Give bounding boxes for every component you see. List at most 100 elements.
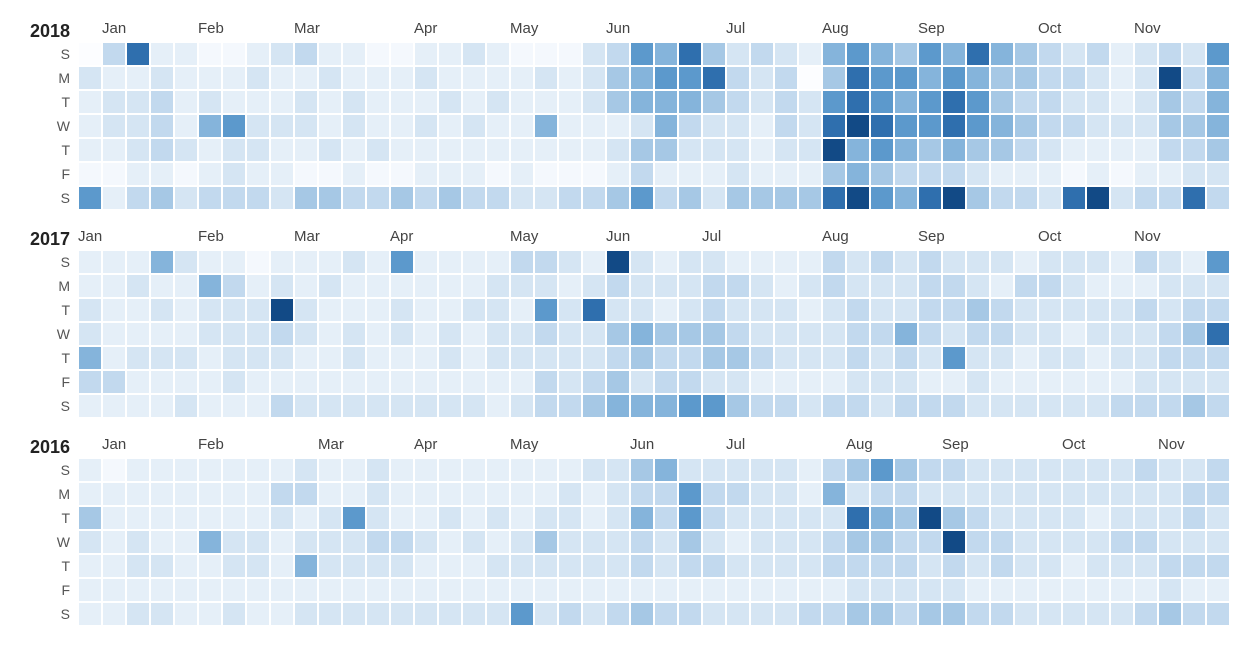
day-cell: [751, 323, 773, 345]
day-cell: [919, 459, 941, 481]
day-cell: [775, 579, 797, 601]
month-label: Feb: [198, 20, 224, 37]
day-cell: [1015, 395, 1037, 417]
day-cell: [655, 275, 677, 297]
day-cell: [1063, 371, 1085, 393]
day-cell: [367, 67, 389, 89]
day-cell: [799, 187, 821, 209]
dow-label: S: [8, 42, 78, 66]
day-cell: [1015, 507, 1037, 529]
month-label: Oct: [1038, 20, 1061, 37]
day-cell: [799, 67, 821, 89]
day-cell: [1207, 579, 1229, 601]
day-cell: [175, 91, 197, 113]
day-cell: [199, 395, 221, 417]
day-cell: [463, 251, 485, 273]
day-cell: [151, 299, 173, 321]
dow-row: M: [8, 482, 1234, 506]
day-cell: [1183, 323, 1205, 345]
day-cell: [1207, 275, 1229, 297]
day-cell: [151, 115, 173, 137]
day-cell: [1111, 579, 1133, 601]
day-cell: [103, 187, 125, 209]
day-cell: [127, 531, 149, 553]
day-cell: [1111, 459, 1133, 481]
day-cell: [583, 371, 605, 393]
day-cell: [655, 347, 677, 369]
day-cell: [223, 187, 245, 209]
dow-row: S: [8, 602, 1234, 626]
day-cell: [991, 323, 1013, 345]
day-cell: [1135, 371, 1157, 393]
day-cell: [295, 507, 317, 529]
day-cell: [823, 187, 845, 209]
day-cell: [727, 603, 749, 625]
day-cell: [367, 507, 389, 529]
dow-row: F: [8, 370, 1234, 394]
day-cell: [967, 275, 989, 297]
day-cell: [439, 67, 461, 89]
day-cell: [511, 555, 533, 577]
day-cell: [415, 115, 437, 137]
day-cell: [271, 115, 293, 137]
day-cell: [991, 91, 1013, 113]
day-cell: [415, 139, 437, 161]
day-cell: [127, 579, 149, 601]
day-cell: [967, 43, 989, 65]
day-cell: [487, 371, 509, 393]
dow-label: T: [8, 90, 78, 114]
day-cell: [727, 483, 749, 505]
day-cell: [151, 603, 173, 625]
day-cell: [847, 395, 869, 417]
day-cell: [895, 115, 917, 137]
day-cell: [1087, 91, 1109, 113]
day-cell: [679, 323, 701, 345]
day-cell: [223, 531, 245, 553]
day-cell: [487, 395, 509, 417]
day-cell: [79, 483, 101, 505]
day-cell: [343, 603, 365, 625]
day-cell: [943, 507, 965, 529]
day-cell: [751, 139, 773, 161]
day-cell: [415, 395, 437, 417]
month-label: Nov: [1134, 20, 1161, 37]
day-cell: [727, 139, 749, 161]
day-cell: [295, 139, 317, 161]
day-cell: [559, 395, 581, 417]
day-cell: [1111, 43, 1133, 65]
day-cell: [679, 579, 701, 601]
day-cell: [919, 163, 941, 185]
day-cell: [391, 347, 413, 369]
month-label: Jun: [606, 228, 630, 245]
day-cell: [943, 275, 965, 297]
week-strip: [78, 138, 1230, 162]
day-cell: [559, 275, 581, 297]
day-cell: [895, 275, 917, 297]
day-cell: [607, 251, 629, 273]
day-cell: [1135, 67, 1157, 89]
day-cell: [151, 139, 173, 161]
day-cell: [1207, 251, 1229, 273]
day-cell: [1135, 115, 1157, 137]
day-cell: [1015, 67, 1037, 89]
day-cell: [1111, 251, 1133, 273]
day-cell: [391, 43, 413, 65]
day-cell: [775, 115, 797, 137]
day-cell: [487, 323, 509, 345]
day-cell: [1135, 531, 1157, 553]
day-cell: [391, 163, 413, 185]
day-cell: [751, 299, 773, 321]
day-cell: [415, 347, 437, 369]
day-cell: [655, 603, 677, 625]
day-cell: [127, 163, 149, 185]
day-cell: [871, 579, 893, 601]
day-cell: [415, 163, 437, 185]
day-cell: [1087, 43, 1109, 65]
day-cell: [1111, 163, 1133, 185]
day-cell: [631, 323, 653, 345]
day-cell: [415, 483, 437, 505]
day-cell: [103, 251, 125, 273]
week-strip: [78, 482, 1230, 506]
day-cell: [751, 579, 773, 601]
day-cell: [823, 323, 845, 345]
